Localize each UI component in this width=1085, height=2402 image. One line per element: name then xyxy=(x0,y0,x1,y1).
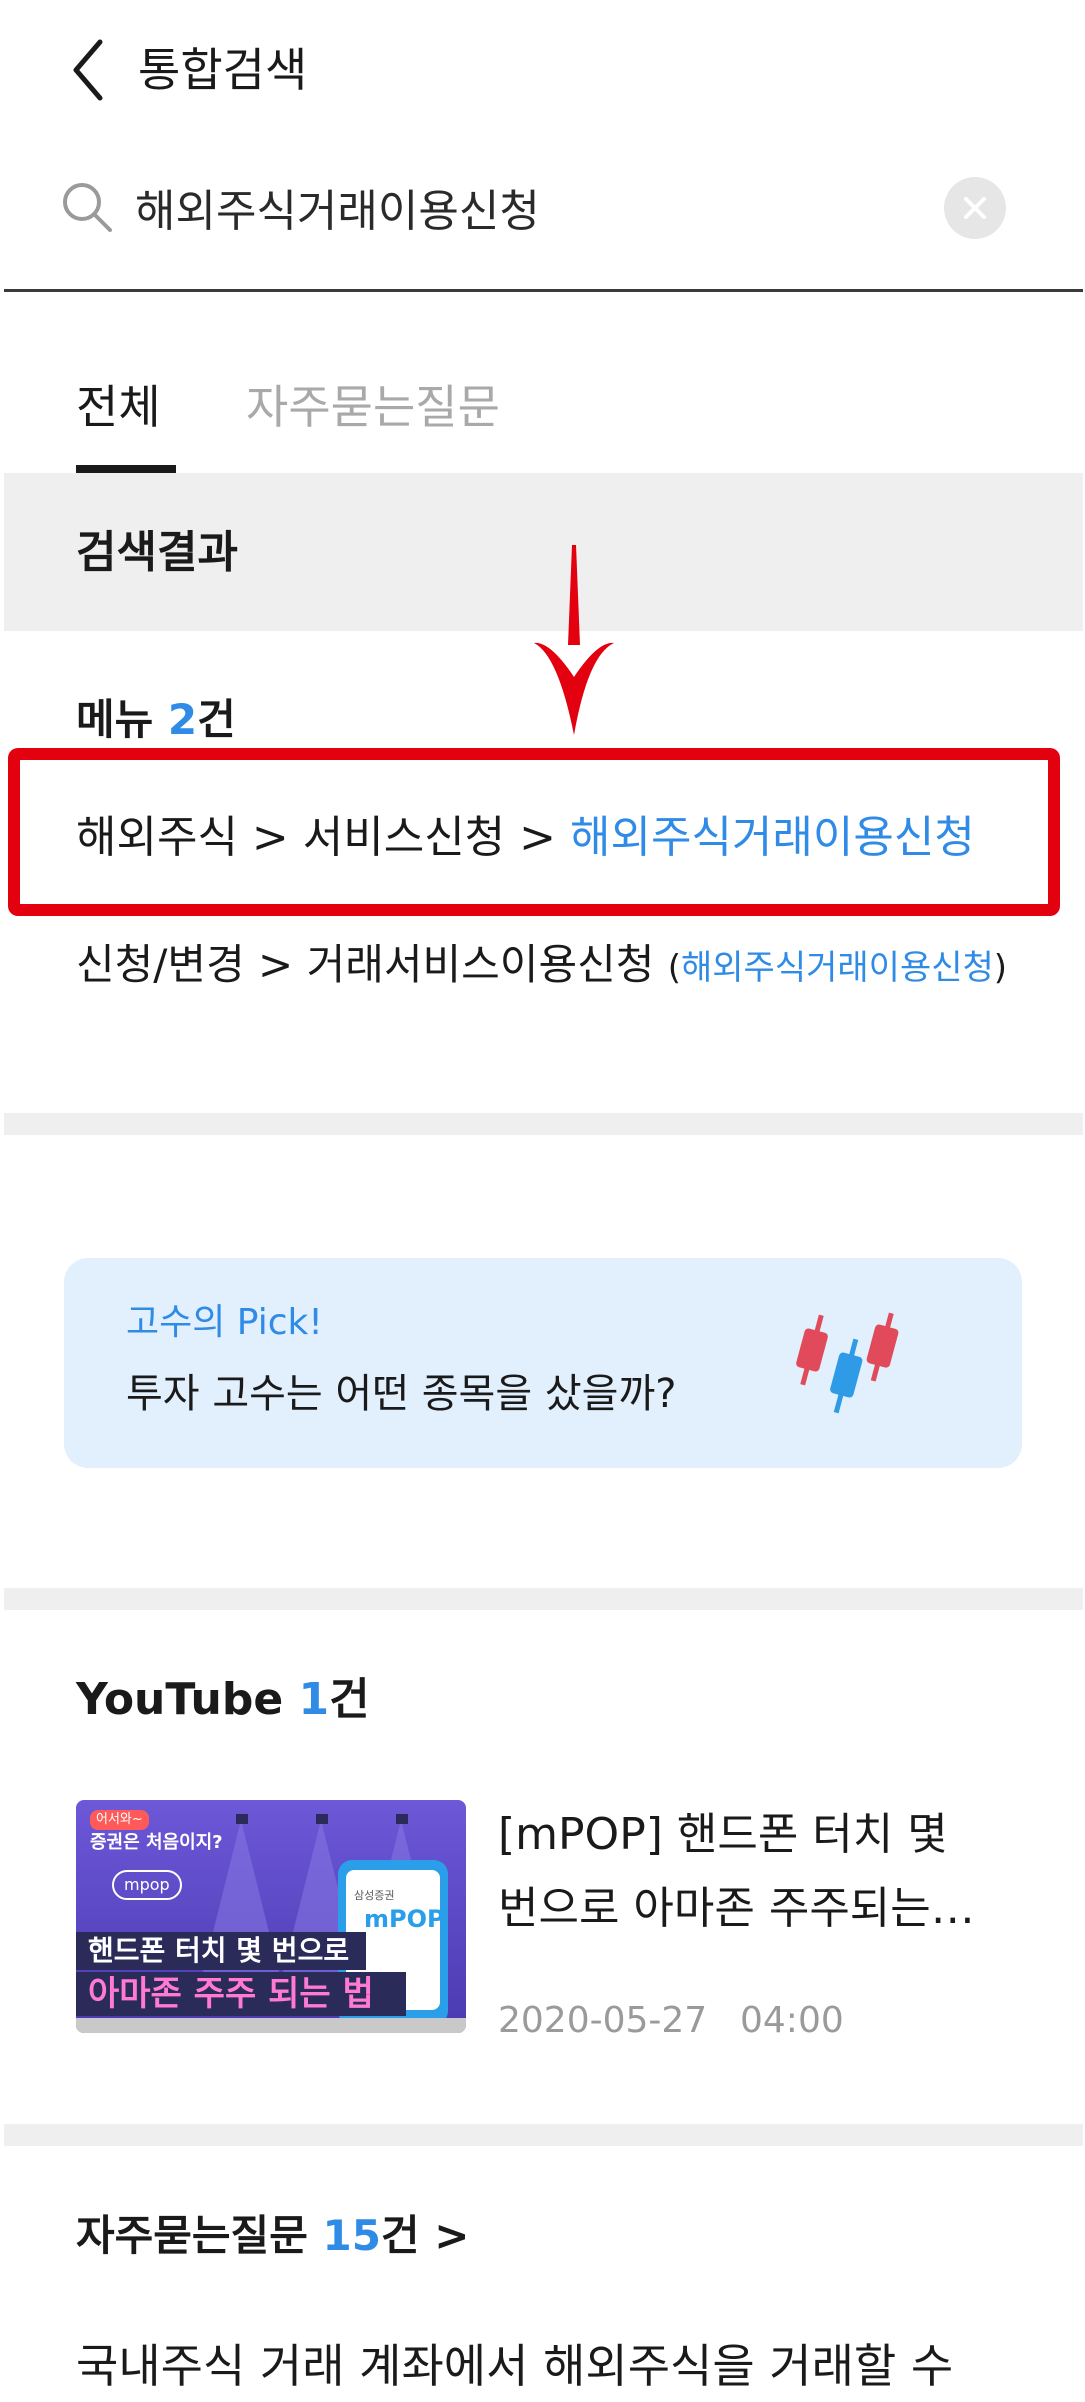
results-title: 검색결과 xyxy=(76,527,238,578)
clear-search-button[interactable] xyxy=(944,177,1006,239)
video-title-line1: [mPOP] 핸드폰 터치 몇 xyxy=(498,1809,948,1860)
faq-count: 15 xyxy=(322,2211,381,2260)
thumb-badge: 어서와~ xyxy=(90,1810,149,1830)
tab-all[interactable]: 전체 xyxy=(76,375,161,439)
pick-label: 고수의 Pick! xyxy=(126,1302,323,1343)
menu-result-item[interactable]: 해외주식 > 서비스신청 > 해외주식거래이용신청 xyxy=(76,808,975,868)
thumb-small-text: 증권은 처음이지? xyxy=(90,1832,223,1853)
video-thumbnail[interactable]: 어서와~ 증권은 처음이지? mpop 삼성증권 mPOP 핸드폰 터치 몇 번… xyxy=(76,1800,466,2033)
paren-close: ) xyxy=(993,948,1008,988)
thumb-line1: 핸드폰 터치 몇 번으로 xyxy=(88,1934,350,1967)
thumb-phone-app: mPOP xyxy=(364,1905,445,1933)
video-duration: 04:00 xyxy=(740,2000,844,2041)
menu-count: 2 xyxy=(167,695,198,744)
paren-open: ( xyxy=(667,948,681,988)
close-icon xyxy=(964,197,986,219)
menu-result-highlight: 해외주식거래이용신청 xyxy=(680,948,994,988)
menu-result-highlight: 해외주식거래이용신청 xyxy=(570,812,975,863)
page-title: 통합검색 xyxy=(138,43,308,97)
section-divider xyxy=(4,1113,1083,1135)
menu-result-path: 해외주식 > 서비스신청 > xyxy=(76,812,570,863)
faq-list-item[interactable]: 국내주식 거래 계좌에서 해외주식을 거래할 수 xyxy=(76,2334,953,2398)
search-icon xyxy=(63,183,112,232)
candlestick-chart-icon xyxy=(796,1312,899,1414)
youtube-label: YouTube xyxy=(76,1674,284,1725)
video-title[interactable]: [mPOP] 핸드폰 터치 몇 번으로 아마존 주주되는… xyxy=(498,1798,1018,1946)
thumb-bubble: mpop xyxy=(112,1870,182,1900)
menu-result-path: 신청/변경 > 거래서비스이용신청 xyxy=(76,940,668,989)
section-divider xyxy=(4,2124,1083,2146)
section-divider xyxy=(4,1588,1083,1610)
menu-label: 메뉴 xyxy=(76,695,154,744)
chevron-right-icon: > xyxy=(434,2211,470,2260)
faq-count-unit: 건 xyxy=(380,2211,420,2260)
youtube-section-title: YouTube 1건 xyxy=(76,1670,370,1730)
menu-section-title: 메뉴 2건 xyxy=(76,690,236,750)
thumb-line2: 아마존 주주 되는 법 xyxy=(88,1974,374,2014)
youtube-count-unit: 건 xyxy=(329,1674,370,1725)
video-date: 2020-05-27 xyxy=(498,2000,708,2041)
youtube-count: 1 xyxy=(298,1674,330,1725)
active-tab-indicator xyxy=(76,465,176,473)
faq-section-title[interactable]: 자주묻는질문 15건 > xyxy=(76,2206,469,2266)
faq-label: 자주묻는질문 xyxy=(76,2211,308,2260)
thumb-phone-brand: 삼성증권 xyxy=(354,1889,395,1902)
search-underline xyxy=(4,289,1083,292)
pick-title: 투자 고수는 어떤 종목을 샀을까? xyxy=(126,1371,677,1417)
red-arrow-annotation xyxy=(534,545,614,735)
tab-faq[interactable]: 자주묻는질문 xyxy=(246,375,500,439)
search-input[interactable] xyxy=(135,172,915,242)
menu-result-item[interactable]: 신청/변경 > 거래서비스이용신청 (해외주식거래이용신청) xyxy=(76,944,1016,989)
menu-count-unit: 건 xyxy=(197,695,236,744)
back-arrow-icon[interactable] xyxy=(70,38,110,102)
video-title-line2: 번으로 아마존 주주되는… xyxy=(498,1883,975,1934)
